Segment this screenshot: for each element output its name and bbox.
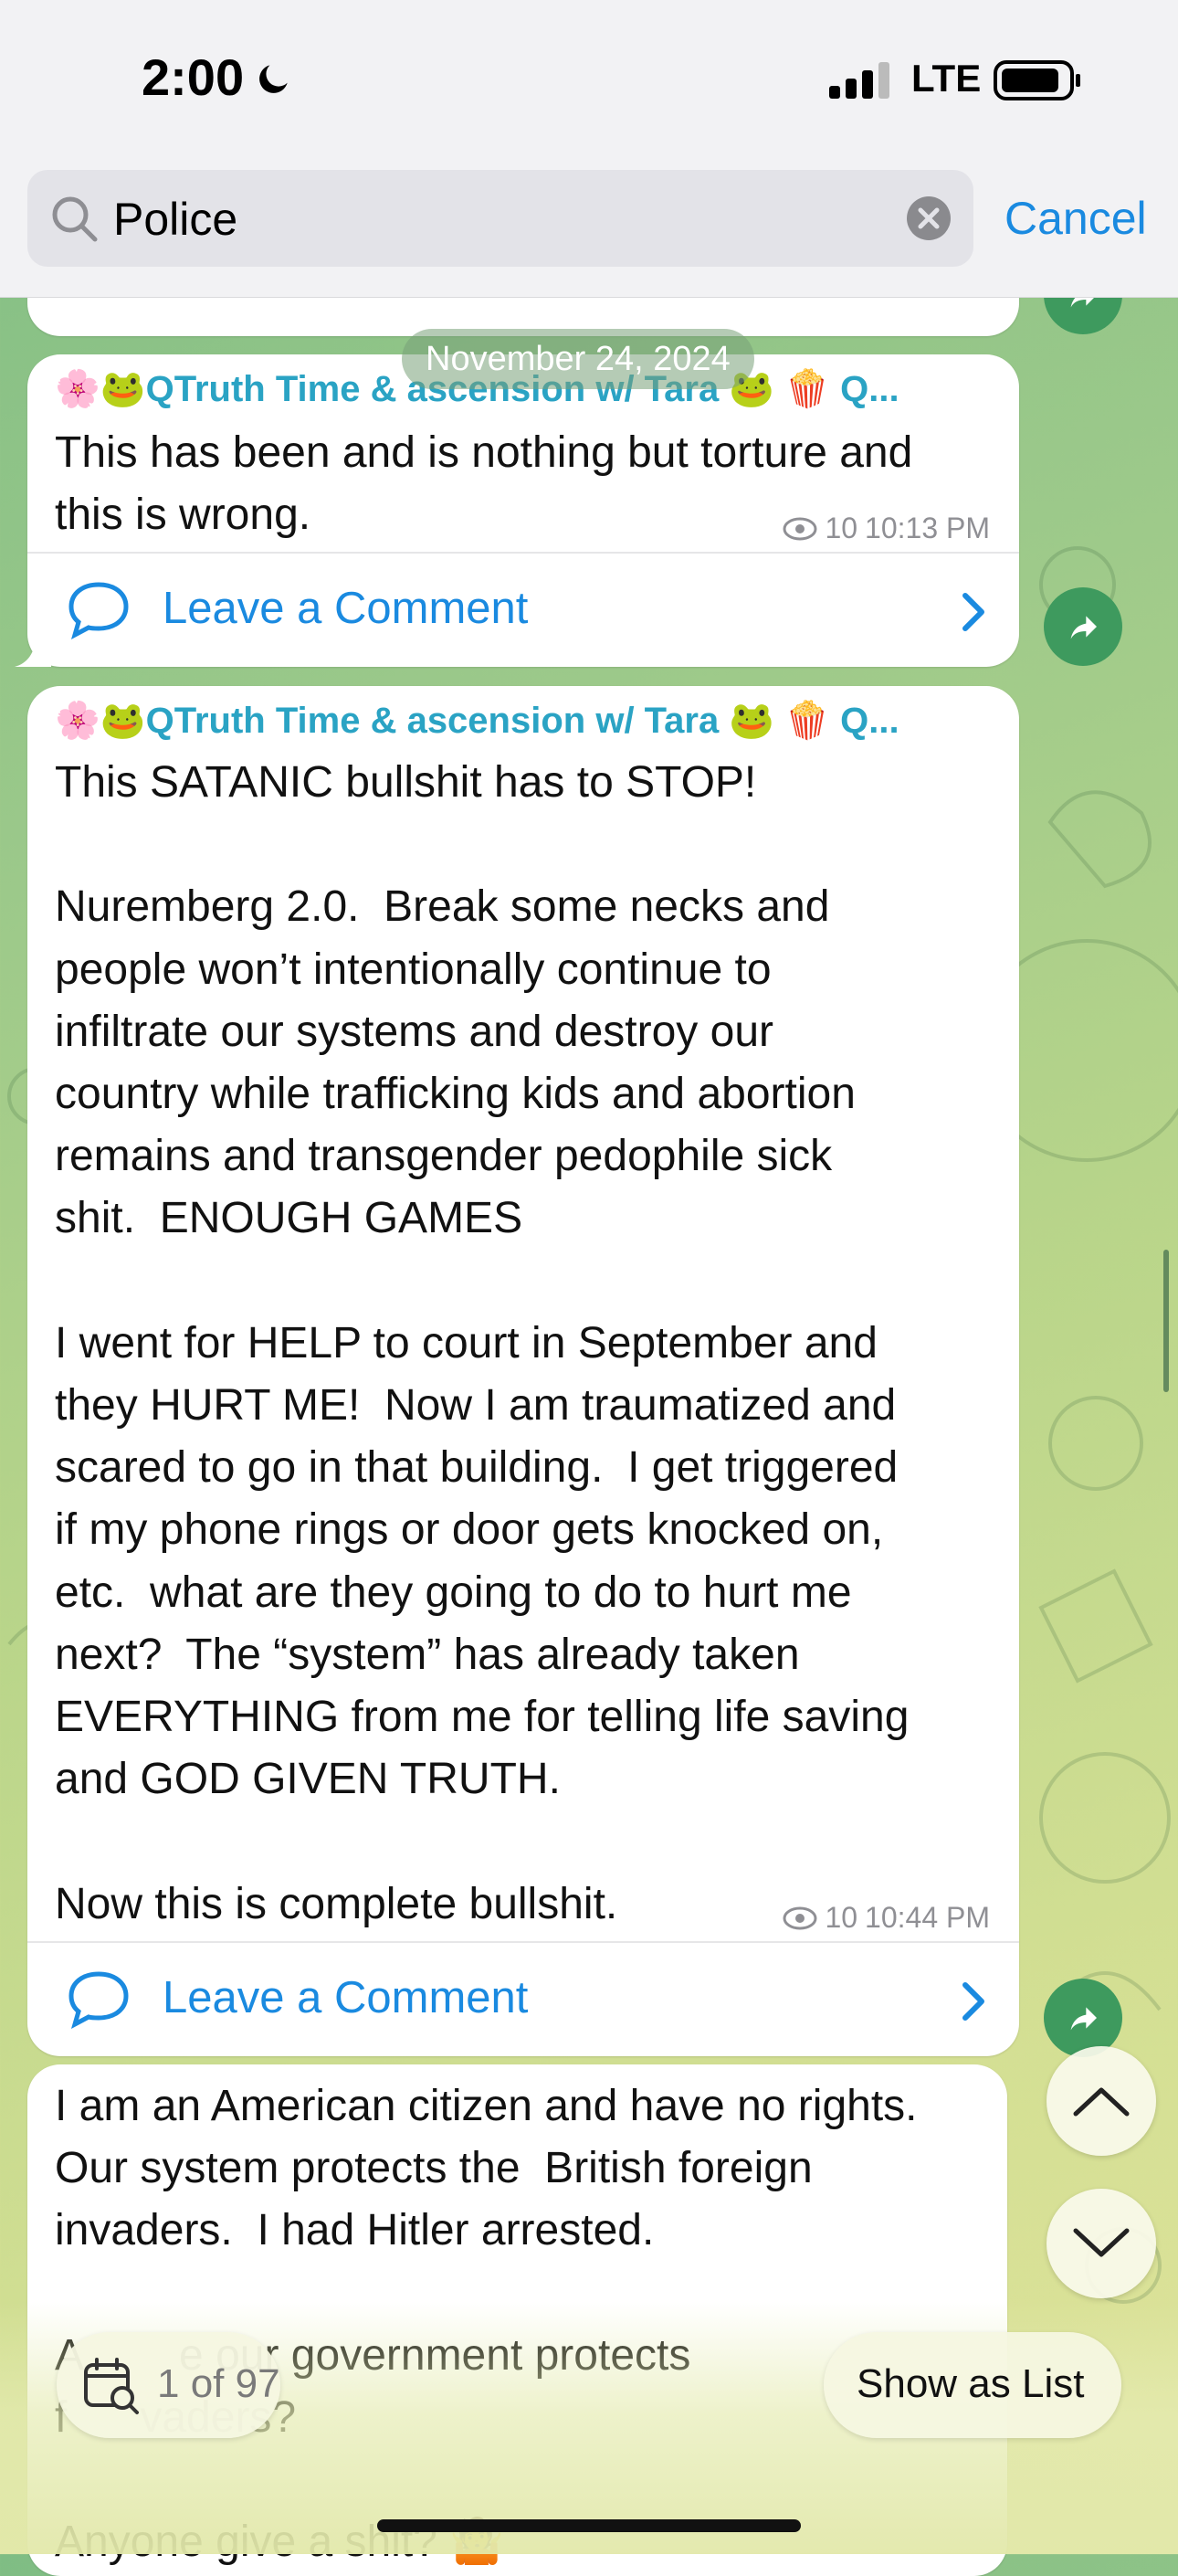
search-input[interactable] <box>111 183 900 256</box>
signal-icon <box>829 62 889 99</box>
home-indicator <box>377 2519 801 2532</box>
bubble-tail <box>15 634 51 667</box>
views-icon <box>783 1906 817 1929</box>
chevron-right-icon <box>962 1982 984 2021</box>
scroll-down-button[interactable] <box>1047 2189 1156 2298</box>
status-time: 2:00 <box>142 48 245 106</box>
message-meta: 10 10:13 PM <box>783 512 990 545</box>
search-bar[interactable] <box>27 170 973 267</box>
share-button[interactable] <box>1044 587 1122 666</box>
message-meta: 10 10:44 PM <box>783 1901 990 1935</box>
cancel-button[interactable]: Cancel <box>1004 192 1147 245</box>
chevron-down-icon <box>1073 2228 1130 2257</box>
share-icon <box>1070 616 1097 639</box>
scroll-indicator[interactable] <box>1163 1250 1169 1392</box>
message-time: 10:13 PM <box>865 512 990 544</box>
message-sender[interactable]: 🌸🐸QTruth Time & ascension w/ Tara 🐸 🍿 Q.… <box>55 699 995 742</box>
view-count: 10 <box>825 512 858 544</box>
leave-comment-label: Leave a Comment <box>163 1973 529 2022</box>
comment-icon <box>68 1971 129 2029</box>
view-count: 10 <box>825 1901 858 1934</box>
search-icon <box>52 196 98 242</box>
top-bar: 2:00 LTE Cancel <box>0 0 1178 298</box>
message-time: 10:44 PM <box>865 1901 990 1934</box>
chevron-up-icon <box>1073 2087 1130 2117</box>
chevron-right-icon <box>962 593 984 631</box>
moon-icon <box>259 65 288 93</box>
message-text: This SATANIC bullshit has to STOP! Nurem… <box>55 758 910 1928</box>
leave-comment-button[interactable]: Leave a Comment <box>27 554 1019 663</box>
battery-icon <box>994 60 1080 100</box>
leave-comment-button[interactable]: Leave a Comment <box>27 1943 1019 2053</box>
scroll-up-button[interactable] <box>1047 2046 1156 2156</box>
message-bubble[interactable]: 🌸🐸QTruth Time & ascension w/ Tara 🐸 🍿 Q.… <box>15 354 1019 667</box>
show-as-list-button[interactable]: Show as List <box>824 2332 1121 2438</box>
result-count: 1 of 97 <box>157 2361 280 2406</box>
clear-search-icon[interactable] <box>906 195 952 241</box>
search-result-counter[interactable]: 1 of 97 <box>57 2332 280 2438</box>
leave-comment-label: Leave a Comment <box>163 584 529 633</box>
share-button[interactable] <box>1044 1979 1122 2057</box>
show-as-list-label: Show as List <box>857 2361 1085 2406</box>
message-bubble[interactable]: 🌸🐸QTruth Time & ascension w/ Tara 🐸 🍿 Q.… <box>27 686 1019 2056</box>
share-icon <box>1070 2007 1097 2031</box>
network-type: LTE <box>911 57 982 100</box>
calendar-search-icon <box>84 2358 139 2414</box>
date-separator: November 24, 2024 <box>402 329 754 389</box>
views-icon <box>783 517 817 540</box>
comment-icon <box>68 582 129 639</box>
